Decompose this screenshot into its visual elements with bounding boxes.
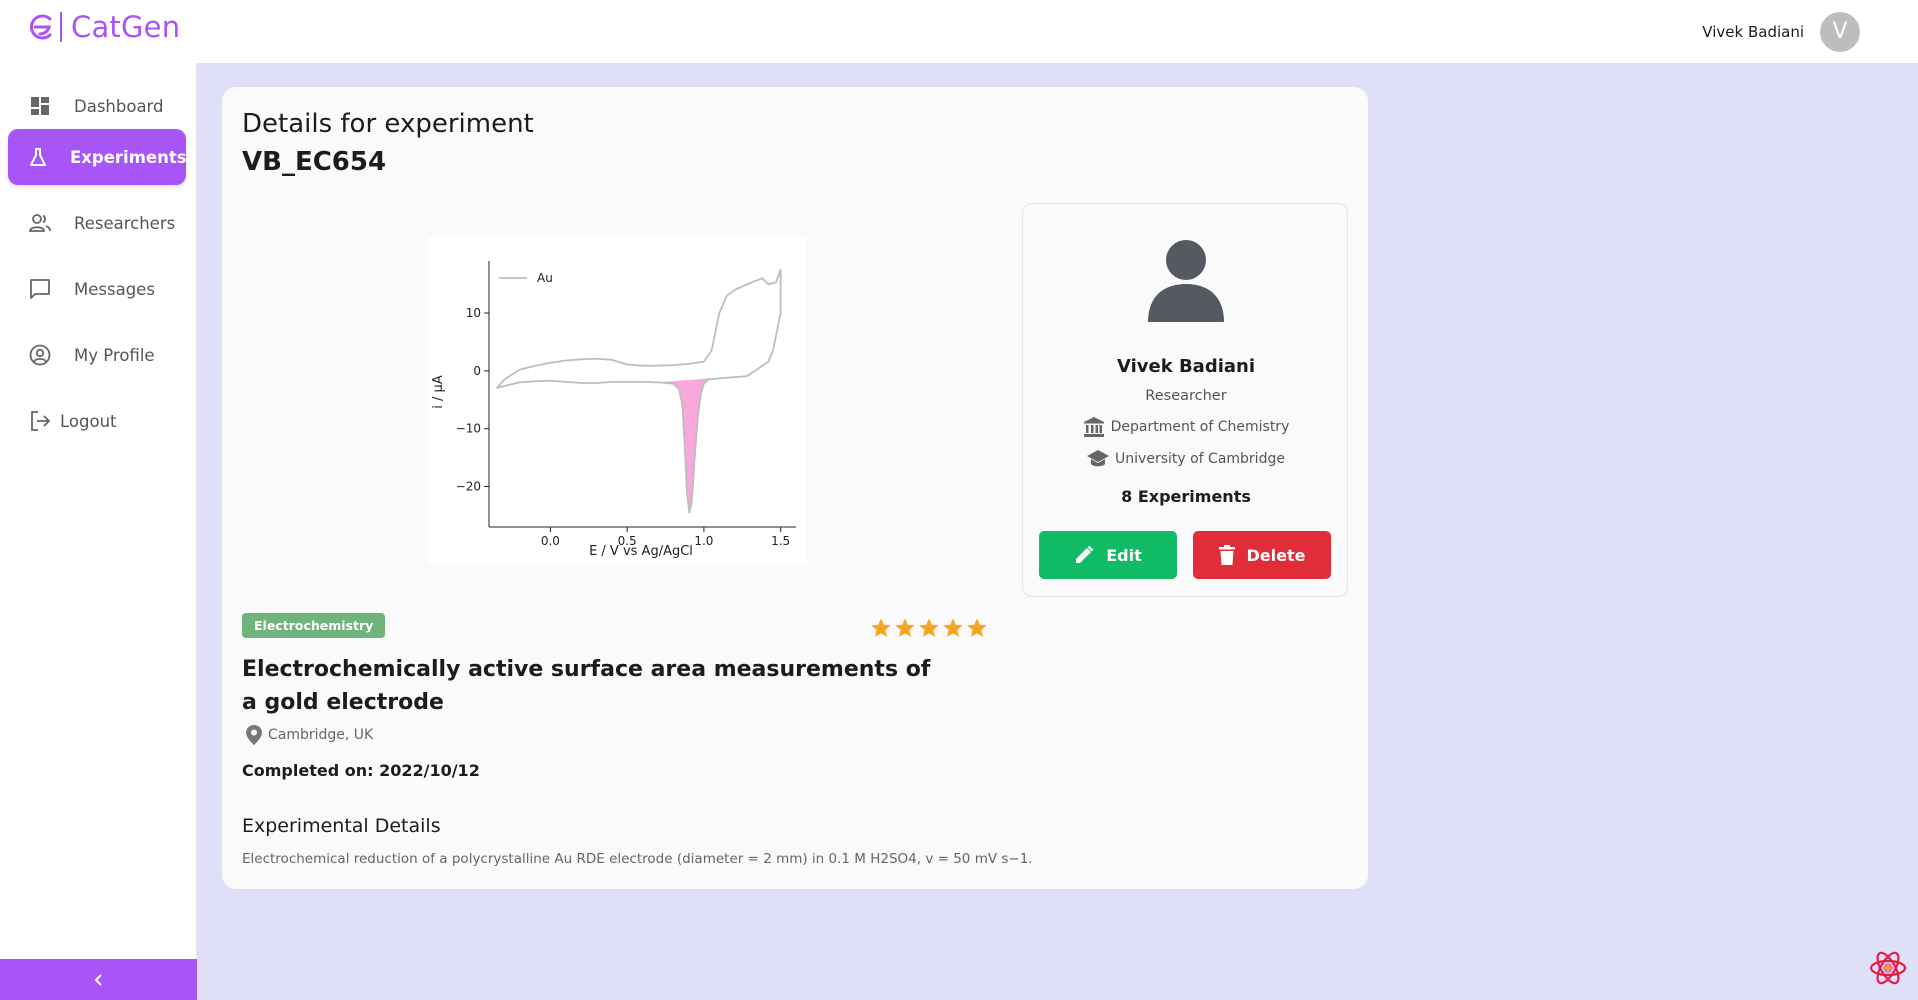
- y-tick-label: −10: [456, 422, 481, 436]
- user-name: Vivek Badiani: [1702, 22, 1804, 41]
- dashboard-icon: [28, 94, 52, 118]
- sidebar-collapse-button[interactable]: [0, 959, 197, 1000]
- sidebar-item-dashboard[interactable]: Dashboard: [8, 78, 186, 134]
- chart-ylabel: i / µA: [431, 375, 446, 409]
- sidebar-item-label: Experiments: [70, 147, 187, 167]
- experiment-card: Details for experiment VB_EC654 0.0 0.5 1.…: [222, 87, 1368, 889]
- sidebar-item-label: My Profile: [74, 345, 155, 365]
- catgen-logo-icon: [30, 14, 52, 40]
- university-text: University of Cambridge: [1115, 451, 1285, 467]
- app-logo[interactable]: CatGen: [26, 10, 180, 44]
- logo-divider: [60, 12, 62, 42]
- flask-icon: [28, 145, 48, 169]
- sidebar-item-label: Researchers: [74, 213, 176, 233]
- researcher-name: Vivek Badiani: [1116, 356, 1255, 377]
- avatar-initial: V: [1832, 19, 1848, 44]
- experiment-count: 8 Experiments: [1121, 487, 1251, 506]
- experiment-id: VB_EC654: [242, 147, 387, 177]
- chart-xlabel: E / V vs Ag/AgCl: [589, 544, 693, 559]
- chevron-left-icon: [94, 973, 102, 986]
- completed-date: Completed on: 2022/10/12: [242, 761, 480, 780]
- sidebar-item-messages[interactable]: Messages: [8, 261, 186, 317]
- y-tick-label: 0: [473, 364, 481, 378]
- researcher-role: Researcher: [1145, 388, 1227, 404]
- logout-icon: [28, 409, 52, 433]
- user-menu[interactable]: Vivek Badiani V: [1702, 0, 1860, 63]
- account-circle-icon: [28, 343, 52, 367]
- location-pin-icon: [246, 725, 262, 745]
- delete-button[interactable]: Delete: [1193, 531, 1331, 579]
- star-icon[interactable]: [918, 617, 940, 639]
- x-tick-label: 1.5: [771, 534, 790, 548]
- star-icon[interactable]: [894, 617, 916, 639]
- top-bar: CatGen Vivek Badiani V: [0, 0, 1918, 63]
- sidebar-item-label: Logout: [60, 411, 117, 431]
- cv-chart: 0.0 0.5 1.0 1.5 10 0 −10 −20 Au E / V vs Ag/AgC…: [428, 237, 806, 564]
- sidebar-item-my-profile[interactable]: My Profile: [8, 327, 186, 383]
- star-icon[interactable]: [942, 617, 964, 639]
- page-title: Details for experiment: [242, 109, 534, 139]
- y-tick-label: 10: [466, 306, 481, 320]
- person-icon: [1148, 240, 1224, 322]
- chat-icon: [28, 277, 52, 301]
- delete-label: Delete: [1246, 545, 1306, 565]
- people-icon: [28, 211, 52, 235]
- pencil-icon: [1076, 545, 1094, 563]
- app-name: CatGen: [71, 10, 181, 44]
- cv-chart-svg: 0.0 0.5 1.0 1.5100−10−20 Au E / V vs Ag/AgC…: [431, 261, 796, 559]
- y-tick-label: −20: [456, 480, 481, 494]
- star-icon[interactable]: [966, 617, 988, 639]
- trash-icon: [1218, 545, 1235, 565]
- researcher-university: University of Cambridge: [1023, 450, 1349, 468]
- star-icon[interactable]: [870, 617, 892, 639]
- category-tag: Electrochemistry: [242, 613, 386, 638]
- institution-icon: [1083, 417, 1104, 437]
- experiment-title: Electrochemically active surface area me…: [242, 657, 931, 715]
- sidebar: Dashboard Experiments Researchers Messag…: [0, 63, 197, 1000]
- researcher-card: Vivek Badiani Researcher Department of C…: [1022, 203, 1348, 597]
- legend-label: Au: [537, 271, 553, 285]
- sidebar-item-label: Dashboard: [74, 96, 164, 116]
- series-au-line: [496, 268, 782, 514]
- avatar[interactable]: V: [1820, 11, 1860, 52]
- department-text: Department of Chemistry: [1110, 419, 1290, 435]
- edit-button[interactable]: Edit: [1039, 531, 1177, 579]
- sidebar-item-researchers[interactable]: Researchers: [8, 195, 186, 251]
- location: Cambridge, UK: [246, 725, 373, 745]
- school-icon: [1087, 450, 1110, 467]
- details-text: Electrochemical reduction of a polycryst…: [242, 851, 1033, 867]
- details-heading: Experimental Details: [242, 815, 441, 837]
- researcher-department: Department of Chemistry: [1023, 417, 1349, 437]
- x-tick-label: 1.0: [694, 534, 713, 548]
- edit-label: Edit: [1106, 545, 1142, 565]
- rating-stars: [870, 617, 988, 639]
- react-devtools-icon[interactable]: [1868, 948, 1908, 988]
- sidebar-item-experiments[interactable]: Experiments: [8, 129, 187, 185]
- x-tick-label: 0.0: [541, 534, 560, 548]
- sidebar-item-logout[interactable]: Logout: [8, 393, 186, 449]
- location-text: Cambridge, UK: [268, 727, 374, 743]
- sidebar-item-label: Messages: [74, 279, 155, 299]
